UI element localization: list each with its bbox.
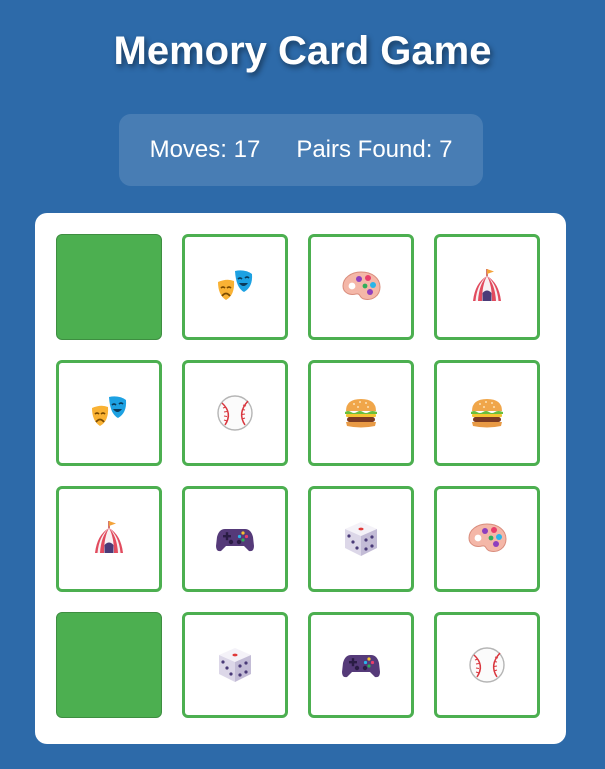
circus-tent-icon bbox=[87, 517, 131, 561]
memory-card[interactable] bbox=[308, 234, 414, 340]
video-game-icon bbox=[339, 643, 383, 687]
stats-panel: Moves: 17 Pairs Found: 7 bbox=[119, 114, 483, 186]
memory-card[interactable] bbox=[308, 612, 414, 718]
memory-card[interactable] bbox=[56, 486, 162, 592]
pairs-stat: Pairs Found: 7 bbox=[296, 136, 452, 164]
page-title: Memory Card Game bbox=[113, 29, 492, 73]
video-game-icon bbox=[213, 517, 257, 561]
memory-card[interactable] bbox=[308, 360, 414, 466]
hamburger-icon bbox=[465, 391, 509, 435]
memory-card[interactable] bbox=[56, 612, 162, 718]
card-grid bbox=[35, 213, 566, 744]
pairs-count: 7 bbox=[439, 136, 453, 163]
moves-count: 17 bbox=[233, 136, 261, 163]
baseball-icon bbox=[465, 643, 509, 687]
moves-stat: Moves: 17 bbox=[150, 136, 261, 164]
memory-card[interactable] bbox=[434, 612, 540, 718]
memory-card[interactable] bbox=[308, 486, 414, 592]
game-die-icon bbox=[339, 517, 383, 561]
memory-card[interactable] bbox=[182, 486, 288, 592]
hamburger-icon bbox=[339, 391, 383, 435]
memory-card[interactable] bbox=[182, 234, 288, 340]
memory-card[interactable] bbox=[182, 612, 288, 718]
memory-card[interactable] bbox=[434, 234, 540, 340]
memory-card[interactable] bbox=[56, 234, 162, 340]
game-die-icon bbox=[213, 643, 257, 687]
pairs-label: Pairs Found: bbox=[296, 136, 433, 163]
artist-palette-icon bbox=[339, 265, 383, 309]
moves-label: Moves: bbox=[149, 136, 227, 163]
performing-arts-icon bbox=[87, 391, 131, 435]
memory-card[interactable] bbox=[56, 360, 162, 466]
memory-card[interactable] bbox=[434, 360, 540, 466]
memory-card[interactable] bbox=[434, 486, 540, 592]
memory-card[interactable] bbox=[182, 360, 288, 466]
circus-tent-icon bbox=[465, 265, 509, 309]
baseball-icon bbox=[213, 391, 257, 435]
performing-arts-icon bbox=[213, 265, 257, 309]
artist-palette-icon bbox=[465, 517, 509, 561]
